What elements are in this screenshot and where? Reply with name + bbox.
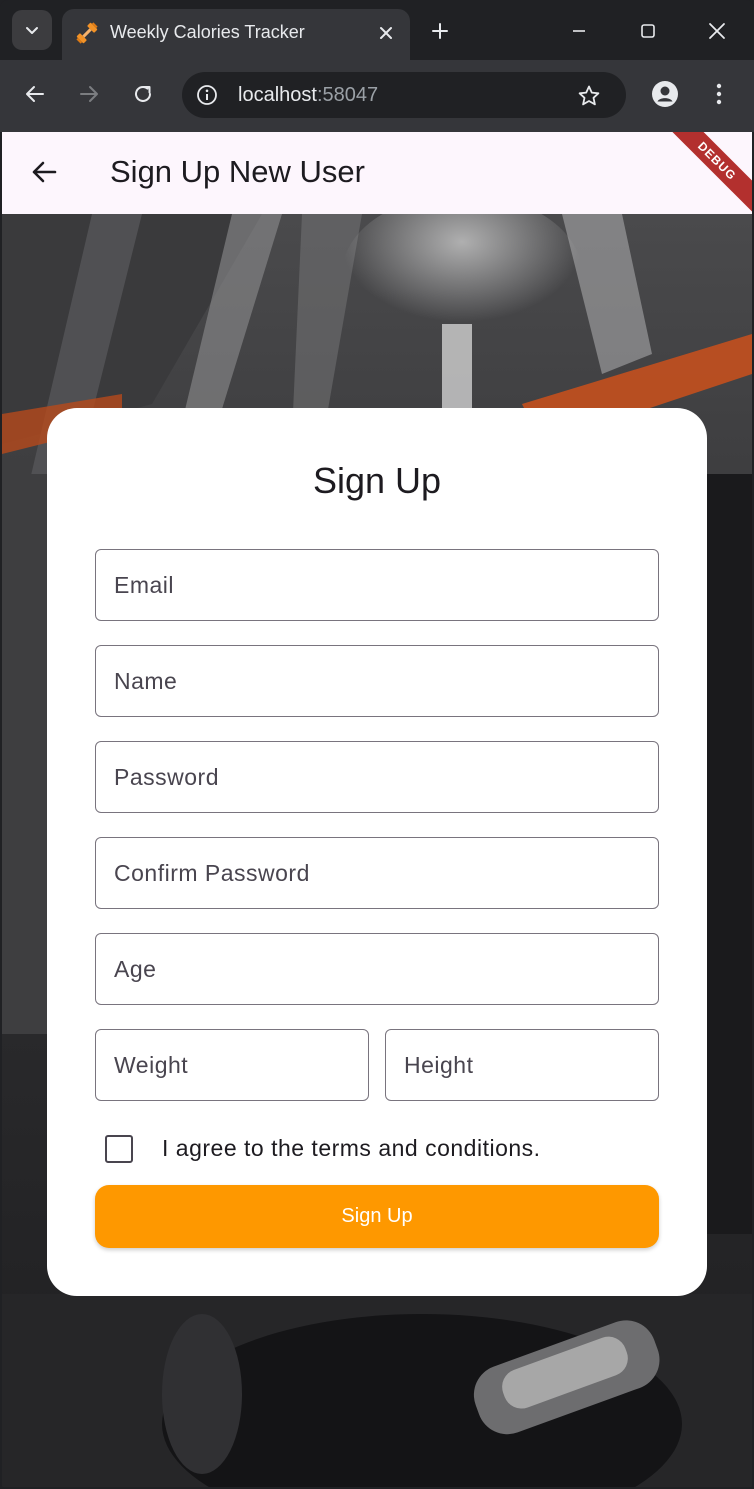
minimize-button[interactable] — [556, 10, 602, 52]
email-field[interactable]: Email — [95, 549, 659, 621]
signup-button[interactable]: Sign Up — [95, 1185, 659, 1248]
name-field-label: Name — [114, 668, 178, 694]
maximize-icon — [641, 24, 655, 38]
star-icon — [578, 85, 600, 106]
confirm-password-field-label: Confirm Password — [114, 860, 310, 886]
arrow-left-icon — [26, 86, 44, 102]
chevron-down-icon — [26, 27, 38, 34]
active-tab[interactable]: Weekly Calories Tracker — [62, 9, 410, 60]
url-port: :58047 — [316, 84, 379, 106]
tab-title: Weekly Calories Tracker — [110, 22, 305, 42]
reload-icon — [135, 85, 151, 102]
height-field[interactable]: Height — [385, 1029, 659, 1101]
bookmark-button[interactable] — [574, 81, 604, 111]
minimize-icon — [573, 30, 585, 32]
person-icon — [652, 81, 678, 107]
tab-strip: Weekly Calories Tracker — [0, 0, 754, 60]
password-field[interactable]: Password — [95, 741, 659, 813]
close-window-button[interactable] — [694, 10, 740, 52]
tab-close-button[interactable] — [374, 21, 398, 45]
terms-label: I agree to the terms and conditions. — [162, 1135, 541, 1161]
dumbbell-icon — [76, 22, 98, 44]
site-info-button[interactable] — [194, 82, 220, 108]
browser-menu-button[interactable] — [701, 76, 737, 112]
card-title: Sign Up — [312, 460, 442, 501]
plus-icon — [432, 23, 448, 39]
email-field-label: Email — [114, 572, 175, 598]
browser-window: Weekly Calories Tracker localhost:58047 … — [0, 0, 754, 1489]
reload-button[interactable] — [125, 76, 161, 112]
new-tab-button[interactable] — [424, 15, 456, 47]
arrow-left-icon — [32, 161, 57, 183]
back-navigation-button[interactable] — [26, 154, 62, 190]
terms-checkbox[interactable] — [105, 1135, 133, 1163]
forward-button[interactable] — [71, 76, 107, 112]
close-icon — [709, 23, 725, 39]
height-field-label: Height — [404, 1052, 474, 1078]
age-field-label: Age — [114, 956, 157, 982]
arrow-right-icon — [80, 86, 98, 102]
page-title: Sign Up New User — [110, 154, 365, 189]
address-bar[interactable]: localhost:58047 — [182, 72, 626, 118]
confirm-password-field[interactable]: Confirm Password — [95, 837, 659, 909]
profile-button[interactable] — [647, 76, 683, 112]
url-text: localhost:58047 — [238, 84, 378, 107]
age-field[interactable]: Age — [95, 933, 659, 1005]
debug-banner: DEBUG — [656, 132, 752, 222]
info-icon — [197, 85, 217, 105]
name-field[interactable]: Name — [95, 645, 659, 717]
page-viewport: Sign Up New User DEBUG Sign Up Email Nam… — [2, 132, 752, 1487]
back-button[interactable] — [17, 76, 53, 112]
browser-toolbar: localhost:58047 — [0, 60, 754, 132]
password-field-label: Password — [114, 764, 219, 790]
weight-field-label: Weight — [114, 1052, 189, 1078]
maximize-button[interactable] — [625, 10, 671, 52]
kebab-menu-icon — [716, 83, 722, 105]
signup-card: Sign Up Email Name Password Confirm Pass… — [47, 408, 707, 1296]
url-host: localhost — [238, 84, 317, 106]
weight-field[interactable]: Weight — [95, 1029, 369, 1101]
app-bar: Sign Up New User DEBUG — [2, 132, 752, 222]
tab-search-button[interactable] — [12, 10, 52, 50]
close-icon — [380, 27, 392, 39]
